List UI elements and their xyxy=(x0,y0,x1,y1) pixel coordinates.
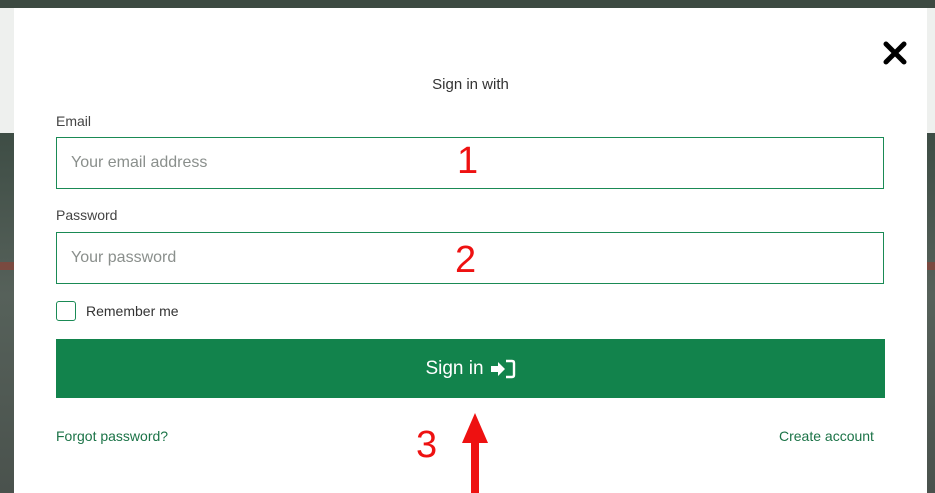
up-arrow-annotation xyxy=(462,413,488,493)
modal-title: Sign in with xyxy=(432,76,509,93)
annotation-3: 3 xyxy=(416,424,438,466)
close-icon[interactable] xyxy=(883,41,907,65)
annotation-2: 2 xyxy=(455,239,477,281)
password-label: Password xyxy=(56,207,118,223)
create-account-link[interactable]: Create account xyxy=(779,428,874,444)
background-top-bar xyxy=(0,0,935,8)
remember-me-label: Remember me xyxy=(86,303,179,319)
remember-me-checkbox[interactable] xyxy=(56,301,76,321)
sign-in-icon xyxy=(490,359,515,378)
close-button[interactable] xyxy=(880,38,910,68)
sign-in-modal: Sign in with Email 1 Password 2 Remember… xyxy=(14,8,927,493)
sign-in-label: Sign in xyxy=(425,357,484,379)
sign-in-button[interactable]: Sign in xyxy=(56,339,885,398)
forgot-password-link[interactable]: Forgot password? xyxy=(56,428,168,444)
email-label: Email xyxy=(56,113,92,129)
annotation-1: 1 xyxy=(457,140,479,182)
remember-me[interactable]: Remember me xyxy=(56,301,179,321)
